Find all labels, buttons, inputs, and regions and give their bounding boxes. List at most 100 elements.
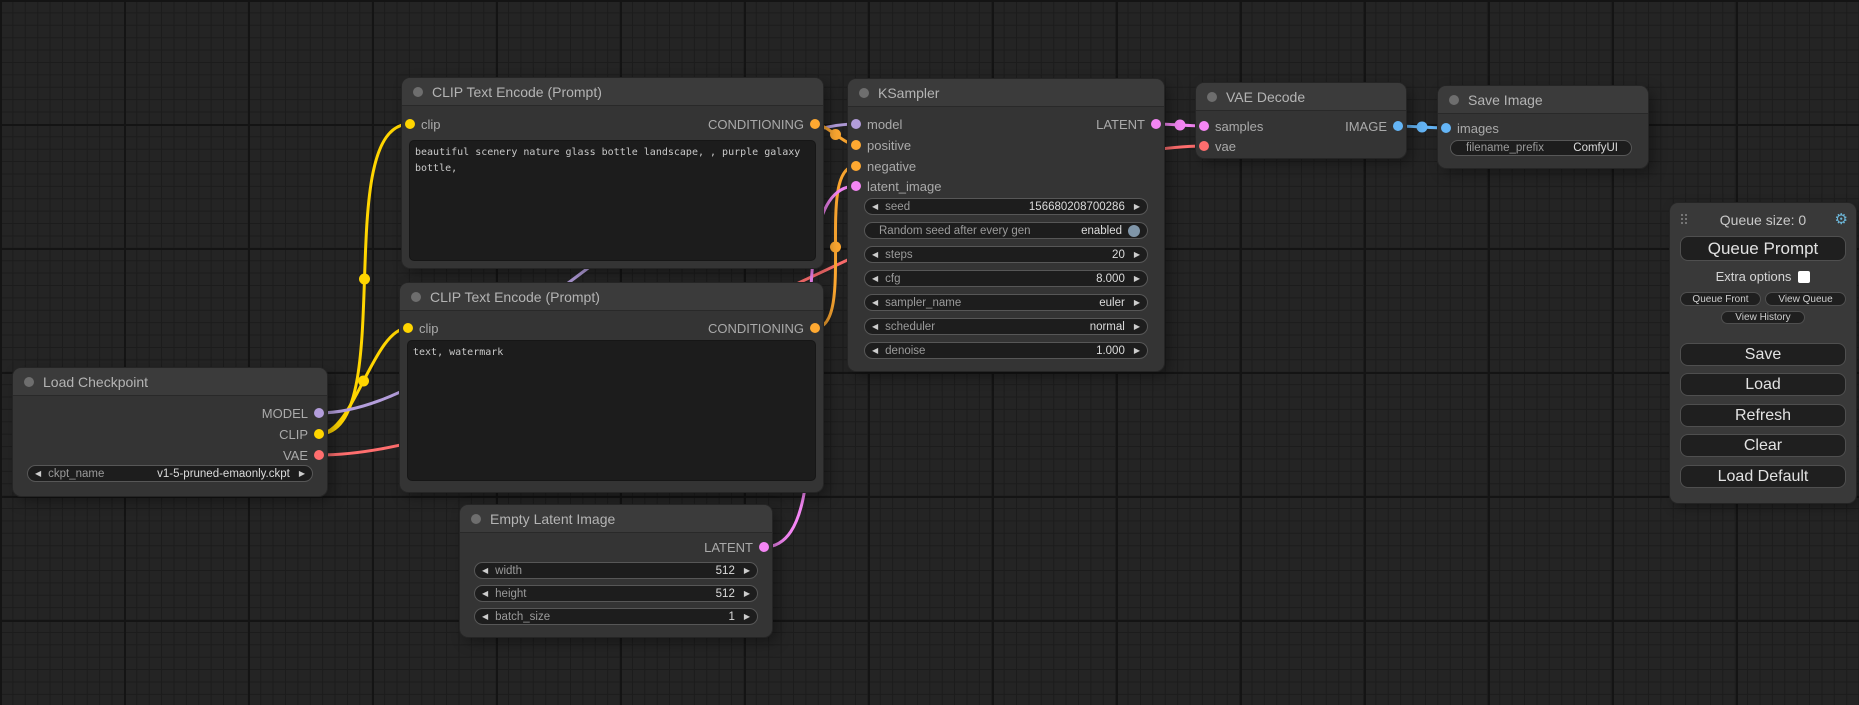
port-dot[interactable] <box>851 161 861 171</box>
output-port-image[interactable]: IMAGE <box>1345 119 1403 134</box>
port-dot[interactable] <box>405 119 415 129</box>
increment-arrow-icon[interactable]: ▶ <box>744 590 750 598</box>
widget-denoise[interactable]: ◀ denoise 1.000 ▶ <box>864 342 1148 359</box>
port-dot[interactable] <box>1441 123 1451 133</box>
input-port-model[interactable]: model <box>851 117 902 132</box>
increment-arrow-icon[interactable]: ▶ <box>1134 323 1140 331</box>
port-dot[interactable] <box>1151 119 1161 129</box>
collapse-dot-icon[interactable] <box>859 88 869 98</box>
comfyui-canvas[interactable]: { "app": { "name": "ComfyUI node graph" … <box>0 0 1859 705</box>
toggle-icon[interactable] <box>1128 225 1140 237</box>
node-vae-decode[interactable]: VAE Decode samples IMAGE vae <box>1196 83 1406 158</box>
decrement-arrow-icon[interactable]: ◀ <box>872 347 878 355</box>
input-port-vae[interactable]: vae <box>1199 139 1236 154</box>
node-title-bar[interactable]: CLIP Text Encode (Prompt) <box>400 283 823 311</box>
increment-arrow-icon[interactable]: ▶ <box>744 567 750 575</box>
widget-scheduler[interactable]: ◀ scheduler normal ▶ <box>864 318 1148 335</box>
gear-icon[interactable]: ⚙ <box>1835 210 1848 228</box>
decrement-arrow-icon[interactable]: ◀ <box>482 613 488 621</box>
node-empty-latent-image[interactable]: Empty Latent Image LATENT ◀ width 512 ▶ … <box>460 505 772 637</box>
input-port-images[interactable]: images <box>1441 121 1499 136</box>
output-port-latent[interactable]: LATENT <box>704 540 769 555</box>
node-save-image[interactable]: Save Image images filename_prefix ComfyU… <box>1438 86 1648 168</box>
save-button[interactable]: Save <box>1680 343 1846 366</box>
port-dot[interactable] <box>759 542 769 552</box>
collapse-dot-icon[interactable] <box>24 377 34 387</box>
port-dot[interactable] <box>314 408 324 418</box>
widget-batch-size[interactable]: ◀ batch_size 1 ▶ <box>474 608 758 625</box>
output-port-conditioning[interactable]: CONDITIONING <box>708 117 820 132</box>
decrement-arrow-icon[interactable]: ◀ <box>872 203 878 211</box>
input-port-latent-image[interactable]: latent_image <box>851 179 941 194</box>
node-clip-text-encode-positive[interactable]: CLIP Text Encode (Prompt) clip CONDITION… <box>402 78 823 268</box>
view-queue-button[interactable]: View Queue <box>1765 292 1846 306</box>
input-port-clip[interactable]: clip <box>403 321 439 336</box>
node-title-bar[interactable]: Empty Latent Image <box>460 505 772 533</box>
output-port-model[interactable]: MODEL <box>262 406 324 421</box>
port-dot[interactable] <box>810 323 820 333</box>
decrement-arrow-icon[interactable]: ◀ <box>872 275 878 283</box>
port-dot[interactable] <box>403 323 413 333</box>
collapse-dot-icon[interactable] <box>1449 95 1459 105</box>
input-port-positive[interactable]: positive <box>851 138 911 153</box>
node-title-bar[interactable]: CLIP Text Encode (Prompt) <box>402 78 823 106</box>
increment-arrow-icon[interactable]: ▶ <box>1134 203 1140 211</box>
widget-sampler-name[interactable]: ◀ sampler_name euler ▶ <box>864 294 1148 311</box>
output-port-conditioning[interactable]: CONDITIONING <box>708 321 820 336</box>
port-dot[interactable] <box>810 119 820 129</box>
queue-prompt-button[interactable]: Queue Prompt <box>1680 236 1846 261</box>
port-dot[interactable] <box>314 429 324 439</box>
increment-arrow-icon[interactable]: ▶ <box>1134 251 1140 259</box>
link-midpoint-dot[interactable] <box>1417 122 1428 133</box>
control-panel[interactable]: Queue size: 0 ⚙ Queue Prompt Extra optio… <box>1670 203 1856 503</box>
extra-options-checkbox[interactable] <box>1798 271 1810 283</box>
increment-arrow-icon[interactable]: ▶ <box>744 613 750 621</box>
widget-random-seed-toggle[interactable]: Random seed after every gen enabled <box>864 222 1148 239</box>
view-history-button[interactable]: View History <box>1721 311 1805 324</box>
port-dot[interactable] <box>851 140 861 150</box>
input-port-samples[interactable]: samples <box>1199 119 1263 134</box>
load-default-button[interactable]: Load Default <box>1680 465 1846 488</box>
decrement-arrow-icon[interactable]: ◀ <box>482 567 488 575</box>
link-midpoint-dot[interactable] <box>359 274 370 285</box>
link-midpoint-dot[interactable] <box>1175 120 1186 131</box>
input-port-negative[interactable]: negative <box>851 159 916 174</box>
link-midpoint-dot[interactable] <box>358 376 369 387</box>
link-midpoint-dot[interactable] <box>830 129 841 140</box>
node-clip-text-encode-negative[interactable]: CLIP Text Encode (Prompt) clip CONDITION… <box>400 283 823 492</box>
widget-filename-prefix[interactable]: filename_prefix ComfyUI <box>1450 140 1632 156</box>
node-title-bar[interactable]: VAE Decode <box>1196 83 1406 111</box>
port-dot[interactable] <box>851 181 861 191</box>
output-port-vae[interactable]: VAE <box>283 448 324 463</box>
load-button[interactable]: Load <box>1680 373 1846 396</box>
port-dot[interactable] <box>851 119 861 129</box>
widget-width[interactable]: ◀ width 512 ▶ <box>474 562 758 579</box>
increment-arrow-icon[interactable]: ▶ <box>1134 347 1140 355</box>
decrement-arrow-icon[interactable]: ◀ <box>482 590 488 598</box>
node-title-bar[interactable]: Save Image <box>1438 86 1648 114</box>
widget-seed[interactable]: ◀ seed 156680208700286 ▶ <box>864 198 1148 215</box>
port-dot[interactable] <box>1393 121 1403 131</box>
node-title-bar[interactable]: Load Checkpoint <box>13 368 327 396</box>
decrement-arrow-icon[interactable]: ◀ <box>872 251 878 259</box>
widget-cfg[interactable]: ◀ cfg 8.000 ▶ <box>864 270 1148 287</box>
node-load-checkpoint[interactable]: Load Checkpoint MODEL CLIP VAE ◀ ckpt_na… <box>13 368 327 496</box>
prompt-textarea[interactable]: beautiful scenery nature glass bottle la… <box>410 141 815 260</box>
prompt-textarea[interactable]: text, watermark <box>408 341 815 480</box>
increment-arrow-icon[interactable]: ▶ <box>1134 299 1140 307</box>
collapse-dot-icon[interactable] <box>411 292 421 302</box>
link-midpoint-dot[interactable] <box>830 242 841 253</box>
collapse-dot-icon[interactable] <box>413 87 423 97</box>
refresh-button[interactable]: Refresh <box>1680 404 1846 427</box>
port-dot[interactable] <box>1199 121 1209 131</box>
output-port-latent[interactable]: LATENT <box>1096 117 1161 132</box>
output-port-clip[interactable]: CLIP <box>279 427 324 442</box>
node-ksampler[interactable]: KSampler model LATENT positive negative … <box>848 79 1164 371</box>
queue-front-button[interactable]: Queue Front <box>1680 292 1761 306</box>
widget-ckpt-name[interactable]: ◀ ckpt_name v1-5-pruned-emaonly.ckpt ▶ <box>27 465 313 482</box>
decrement-arrow-icon[interactable]: ◀ <box>872 299 878 307</box>
input-port-clip[interactable]: clip <box>405 117 441 132</box>
widget-height[interactable]: ◀ height 512 ▶ <box>474 585 758 602</box>
increment-arrow-icon[interactable]: ▶ <box>299 470 305 478</box>
clear-button[interactable]: Clear <box>1680 434 1846 457</box>
